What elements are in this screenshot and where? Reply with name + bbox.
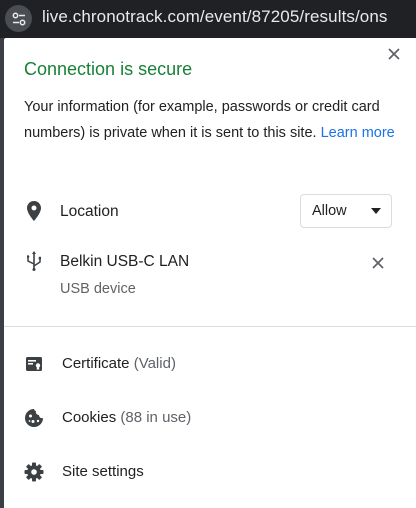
- menu-item-cookies[interactable]: Cookies (88 in use): [4, 394, 416, 442]
- menu-item-site-settings[interactable]: Site settings: [4, 448, 416, 496]
- revoke-usb-close-icon[interactable]: [371, 256, 385, 270]
- popup-title: Connection is secure: [24, 59, 193, 79]
- chevron-down-icon: [371, 208, 381, 214]
- menu-item-certificate[interactable]: Certificate (Valid): [4, 340, 416, 388]
- url-text[interactable]: live.chronotrack.com/event/87205/results…: [42, 7, 388, 27]
- site-settings-label: Site settings: [62, 463, 144, 480]
- location-permission-select[interactable]: Allow: [300, 194, 392, 228]
- close-icon[interactable]: [386, 46, 402, 62]
- address-bar: live.chronotrack.com/event/87205/results…: [0, 0, 416, 38]
- certificate-label-group: Certificate (Valid): [62, 355, 176, 372]
- cookie-icon: [24, 408, 44, 428]
- certificate-label: Certificate: [62, 355, 130, 372]
- permission-location-label: Location: [60, 203, 119, 220]
- cookies-label: Cookies: [62, 409, 117, 426]
- certificate-icon: [24, 354, 44, 374]
- usb-device-subtitle: USB device: [60, 281, 136, 297]
- usb-device-name: Belkin USB-C LAN: [60, 253, 190, 270]
- learn-more-link[interactable]: Learn more: [321, 125, 395, 141]
- section-divider: [4, 326, 416, 327]
- location-permission-value: Allow: [312, 203, 347, 219]
- cookies-label-group: Cookies (88 in use): [62, 409, 191, 426]
- usb-icon: [24, 251, 44, 271]
- permission-usb-row: Belkin USB-C LAN USB device: [4, 250, 416, 306]
- tune-icon[interactable]: [5, 5, 32, 32]
- security-description: Your information (for example, passwords…: [24, 94, 402, 146]
- cookies-count: (88 in use): [120, 409, 192, 426]
- gear-icon: [24, 462, 44, 482]
- site-info-popup: Connection is secure Your information (f…: [4, 38, 416, 508]
- certificate-status: (Valid): [133, 355, 176, 372]
- location-pin-icon: [24, 201, 44, 221]
